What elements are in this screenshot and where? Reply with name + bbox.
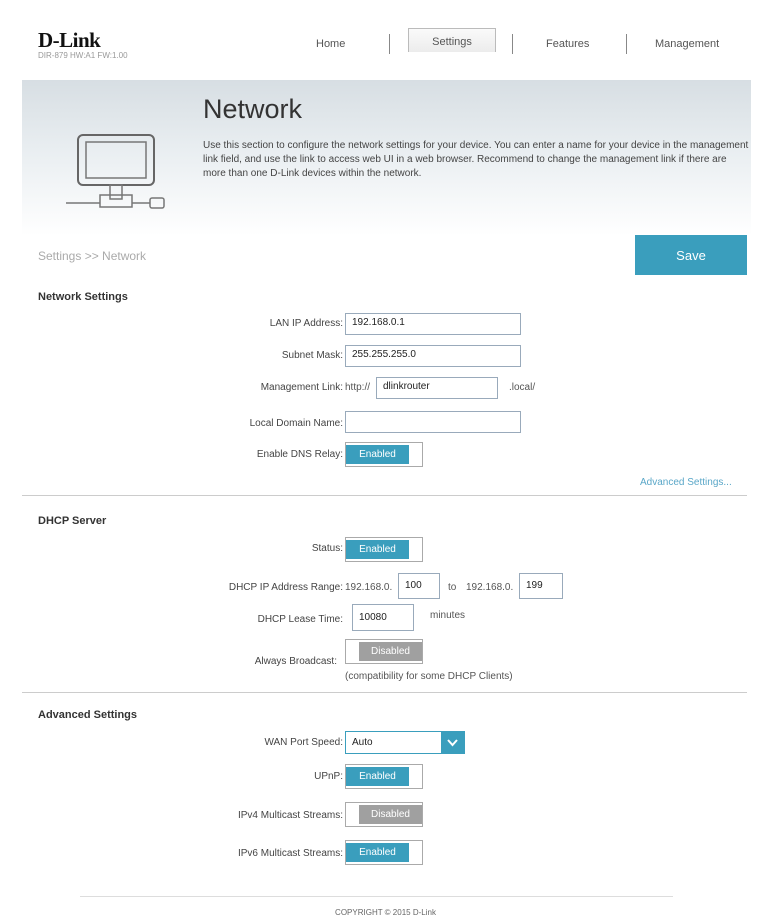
ipv6-multicast-label: IPv6 Multicast Streams:: [237, 848, 343, 859]
section-divider: [22, 495, 747, 496]
dhcp-range-start-prefix: 192.168.0.: [345, 582, 393, 593]
ipv4-multicast-toggle[interactable]: Disabled: [345, 802, 423, 827]
dhcp-lease-label: DHCP Lease Time:: [257, 614, 343, 625]
subnet-mask-label: Subnet Mask:: [281, 350, 343, 361]
brand-logo: D-Link: [38, 28, 101, 52]
dhcp-range-label: DHCP IP Address Range:: [228, 582, 343, 593]
dhcp-range-to: to: [448, 582, 457, 593]
section-divider: [22, 692, 747, 693]
always-broadcast-label: Always Broadcast:: [254, 656, 337, 667]
dhcp-range-start-input[interactable]: 100: [398, 573, 440, 599]
upnp-label: UPnP:: [314, 771, 343, 782]
ipv4-multicast-state: Disabled: [359, 805, 422, 824]
nav-separator: [626, 34, 627, 54]
section-title-network-settings: Network Settings: [38, 291, 128, 303]
dhcp-status-toggle[interactable]: Enabled: [345, 537, 423, 562]
nav-management[interactable]: Management: [655, 38, 719, 50]
nav-features[interactable]: Features: [546, 38, 589, 50]
nav-separator: [389, 34, 390, 54]
nav-home[interactable]: Home: [316, 38, 345, 50]
section-title-dhcp-server: DHCP Server: [38, 515, 107, 527]
dns-relay-toggle[interactable]: Enabled: [345, 442, 423, 467]
nav-settings[interactable]: Settings: [408, 28, 496, 52]
advanced-settings-link[interactable]: Advanced Settings...: [640, 477, 732, 488]
management-link-input[interactable]: dlinkrouter: [376, 377, 498, 399]
always-broadcast-state: Disabled: [359, 642, 422, 661]
computer-network-icon: [66, 133, 168, 216]
upnp-state: Enabled: [346, 767, 409, 786]
management-link-suffix: .local/: [509, 382, 536, 393]
dhcp-lease-unit: minutes: [430, 610, 466, 621]
save-button[interactable]: Save: [635, 235, 747, 275]
dhcp-lease-input[interactable]: 10080: [352, 604, 414, 631]
always-broadcast-note: (compatibility for some DHCP Clients): [345, 671, 513, 682]
management-link-prefix: http://: [345, 382, 371, 393]
ipv4-multicast-label: IPv4 Multicast Streams:: [237, 810, 343, 821]
dhcp-range-end-prefix: 192.168.0.: [466, 582, 514, 593]
copyright-text: COPYRIGHT © 2015 D-Link: [335, 908, 436, 917]
page-title: Network: [203, 94, 303, 124]
ipv6-multicast-toggle[interactable]: Enabled: [345, 840, 423, 865]
wan-port-speed-value: Auto: [352, 737, 373, 748]
chevron-down-icon[interactable]: [441, 732, 464, 753]
dhcp-range-end-input[interactable]: 199: [519, 573, 563, 599]
wan-port-speed-label: WAN Port Speed:: [264, 737, 343, 748]
dns-relay-state: Enabled: [346, 445, 409, 464]
local-domain-input[interactable]: [345, 411, 521, 433]
page-description: Use this section to configure the networ…: [203, 140, 749, 179]
management-link-label: Management Link:: [260, 382, 343, 393]
dhcp-status-label: Status:: [311, 543, 343, 554]
local-domain-label: Local Domain Name:: [249, 418, 343, 429]
model-info: DIR-879 HW:A1 FW:1.00: [38, 51, 128, 60]
nav-separator: [512, 34, 513, 54]
lan-ip-input[interactable]: 192.168.0.1: [345, 313, 521, 335]
footer-divider: [80, 896, 673, 897]
dhcp-status-state: Enabled: [346, 540, 409, 559]
always-broadcast-toggle[interactable]: Disabled: [345, 639, 423, 664]
dns-relay-label: Enable DNS Relay:: [256, 449, 343, 460]
ipv6-multicast-state: Enabled: [346, 843, 409, 862]
section-title-advanced-settings: Advanced Settings: [38, 709, 138, 721]
lan-ip-label: LAN IP Address:: [269, 318, 343, 329]
wan-port-speed-select[interactable]: Auto: [345, 731, 465, 754]
breadcrumb: Settings >> Network: [38, 249, 147, 263]
upnp-toggle[interactable]: Enabled: [345, 764, 423, 789]
subnet-mask-input[interactable]: 255.255.255.0: [345, 345, 521, 367]
